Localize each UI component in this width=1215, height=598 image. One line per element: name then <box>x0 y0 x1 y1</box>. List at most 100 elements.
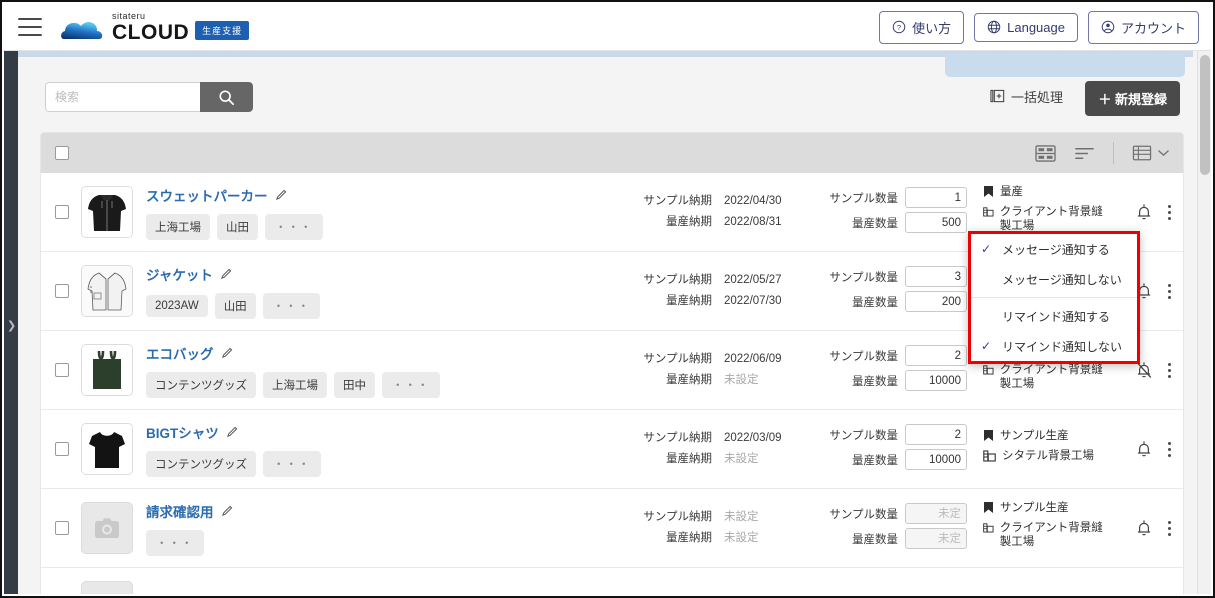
more-tags-button[interactable]: ・・・ <box>263 450 321 477</box>
item-factory: クライアント背景縫製工場 <box>999 521 1103 549</box>
sidebar-expand-chevron-icon[interactable]: ❯ <box>7 321 16 332</box>
notification-settings-menu[interactable]: ✓ メッセージ通知する メッセージ通知しない リマインド通知する ✓ リマインド… <box>968 231 1140 364</box>
help-button[interactable]: ? 使い方 <box>879 10 965 44</box>
item-thumbnail[interactable] <box>81 581 133 594</box>
bell-icon[interactable] <box>1136 519 1152 537</box>
more-tags-button[interactable]: ・・・ <box>265 213 323 240</box>
item-stage: サンプル生産 <box>1000 501 1069 514</box>
item-title-link[interactable]: エコバッグ <box>146 343 214 363</box>
item-tag[interactable]: 山田 <box>217 213 258 240</box>
search-icon <box>219 89 235 105</box>
item-tags: コンテンツグッズ ・・・ <box>146 450 476 477</box>
mass-qty-input[interactable] <box>905 528 967 549</box>
menu-item-message-notify-off[interactable]: メッセージ通知しない <box>971 264 1137 294</box>
account-button-label: アカウント <box>1120 20 1186 36</box>
item-tags: 2023AW 山田 ・・・ <box>146 292 476 319</box>
mass-qty-input[interactable] <box>905 370 967 391</box>
search-input[interactable] <box>45 82 200 112</box>
language-button[interactable]: Language <box>974 12 1078 42</box>
bell-icon[interactable] <box>1136 440 1152 458</box>
menu-item-label: メッセージ通知しない <box>1002 272 1122 287</box>
item-tag[interactable]: 上海工場 <box>263 371 327 398</box>
more-tags-button[interactable]: ・・・ <box>262 292 321 319</box>
factory-icon <box>983 450 996 462</box>
scrollbar-thumb[interactable] <box>1200 55 1210 175</box>
sample-qty-input[interactable] <box>905 424 967 445</box>
more-tags-button[interactable]: ・・・ <box>382 371 440 398</box>
view-selector[interactable] <box>1132 144 1169 162</box>
table-row[interactable]: 請求確認用 ・・・ サンプル納期 未設定 量産納期 未設定 サンプル数量 未定 … <box>41 489 1183 568</box>
sidebar-collapsed-rail[interactable]: ❯ <box>4 51 18 594</box>
item-title-link[interactable]: スウェットパーカー <box>146 185 268 205</box>
item-thumbnail[interactable] <box>81 423 133 475</box>
vertical-scrollbar[interactable] <box>1197 51 1211 594</box>
pencil-icon[interactable] <box>221 504 234 517</box>
sample-qty-input[interactable] <box>905 266 967 287</box>
ecobag-photo <box>82 345 132 395</box>
new-registration-button[interactable]: ＋ 新規登録 <box>1085 81 1180 116</box>
mass-qty-input[interactable] <box>905 291 967 312</box>
hamburger-menu-icon[interactable] <box>18 18 42 36</box>
search-button[interactable] <box>200 82 253 112</box>
menu-item-remind-notify-off[interactable]: ✓ リマインド通知しない <box>971 331 1137 361</box>
pencil-icon[interactable] <box>221 346 234 359</box>
item-title-link[interactable]: BIGTシャツ <box>146 422 219 442</box>
table-row[interactable]: BIGTシャツ コンテンツグッズ ・・・ サンプル納期 2022/03/09 量産 <box>41 410 1183 489</box>
row-checkbox[interactable] <box>55 521 69 535</box>
bulk-action-button[interactable]: 一括処理 <box>990 87 1063 106</box>
item-thumbnail[interactable] <box>81 265 133 317</box>
mass-qty-input[interactable] <box>905 212 967 233</box>
bell-icon[interactable] <box>1136 203 1152 221</box>
menu-item-message-notify-on[interactable]: ✓ メッセージ通知する <box>971 234 1137 264</box>
more-tags-button[interactable]: ・・・ <box>146 529 204 556</box>
pencil-icon[interactable] <box>275 188 288 201</box>
item-tag[interactable]: コンテンツグッズ <box>146 450 256 477</box>
card-view-icon[interactable] <box>1035 144 1056 163</box>
sample-qty-label: サンプル数量 <box>829 271 898 284</box>
item-main: スウェットパーカー 上海工場 山田 ・・・ <box>146 185 476 240</box>
mass-due-value: 未設定 <box>724 374 759 386</box>
sample-qty-input[interactable] <box>905 345 967 366</box>
pencil-icon[interactable] <box>220 267 233 280</box>
row-more-menu-button[interactable] <box>1166 440 1173 459</box>
account-button[interactable]: アカウント <box>1087 10 1199 44</box>
item-thumbnail[interactable] <box>81 186 133 238</box>
item-tag[interactable]: 2023AW <box>146 294 208 317</box>
table-row[interactable]: テストアイテム <box>41 568 1183 594</box>
item-tag[interactable]: コンテンツグッズ <box>146 371 256 398</box>
item-title-link[interactable]: ジャケット <box>146 264 213 284</box>
sort-icon[interactable] <box>1074 144 1095 163</box>
app-logo[interactable]: sitateru CLOUD 生産支援 <box>60 10 250 44</box>
item-title-line: 請求確認用 <box>146 501 476 521</box>
item-quantities: サンプル数量 量産数量 <box>812 424 967 474</box>
mass-due-label: 量産納期 <box>666 295 712 307</box>
row-checkbox[interactable] <box>55 442 69 456</box>
sample-due-label: サンプル納期 <box>643 194 712 207</box>
row-checkbox[interactable] <box>55 363 69 377</box>
placeholder-camera-icon <box>95 518 119 538</box>
item-main: ジャケット 2023AW 山田 ・・・ <box>146 264 476 319</box>
mass-qty-input[interactable] <box>905 449 967 470</box>
bell-off-icon[interactable] <box>1136 361 1152 379</box>
logo-subtitle: sitateru <box>112 10 146 21</box>
check-icon: ✓ <box>981 339 992 353</box>
item-thumbnail[interactable] <box>81 344 133 396</box>
sample-qty-input[interactable] <box>905 503 967 524</box>
row-checkbox[interactable] <box>55 205 69 219</box>
item-tag[interactable]: 山田 <box>214 292 256 319</box>
row-more-menu-button[interactable] <box>1166 361 1173 380</box>
item-tag[interactable]: 田中 <box>334 371 375 398</box>
row-more-menu-button[interactable] <box>1166 519 1173 538</box>
row-more-menu-button[interactable] <box>1166 203 1173 222</box>
logo-title: CLOUD <box>112 20 190 44</box>
row-checkbox[interactable] <box>55 284 69 298</box>
pencil-icon[interactable] <box>226 425 239 438</box>
item-thumbnail[interactable] <box>81 502 133 554</box>
row-more-menu-button[interactable] <box>1166 282 1173 301</box>
item-tag[interactable]: 上海工場 <box>146 213 210 240</box>
item-title-link[interactable]: 請求確認用 <box>146 501 214 521</box>
menu-item-remind-notify-on[interactable]: リマインド通知する <box>971 301 1137 331</box>
item-dates: サンプル納期 未設定 量産納期 未設定 <box>642 507 792 550</box>
select-all-checkbox[interactable] <box>55 146 69 160</box>
sample-qty-input[interactable] <box>905 187 967 208</box>
